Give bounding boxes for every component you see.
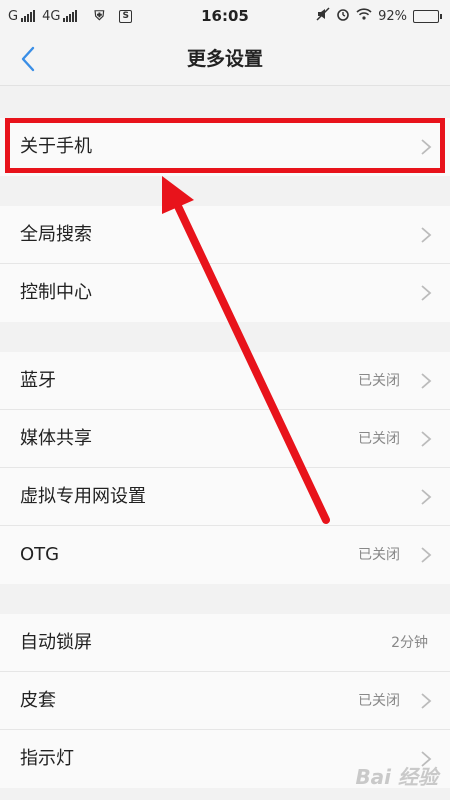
settings-row-media-sharing[interactable]: 媒体共享 已关闭 <box>0 410 450 468</box>
chevron-right-icon <box>421 693 432 709</box>
chevron-right-icon <box>421 547 432 563</box>
settings-row-about-phone[interactable]: 关于手机 <box>0 118 450 176</box>
alarm-icon <box>336 7 350 25</box>
chevron-right-icon <box>421 139 432 155</box>
row-label: 虚拟专用网设置 <box>20 486 146 507</box>
row-label: 指示灯 <box>20 748 74 769</box>
mute-icon <box>316 7 330 25</box>
row-value: 已关闭 <box>358 547 400 563</box>
row-label: 自动锁屏 <box>20 632 92 653</box>
wifi-icon <box>356 8 372 24</box>
battery-percent: 92% <box>378 8 407 24</box>
settings-row-otg[interactable]: OTG 已关闭 <box>0 526 450 584</box>
settings-row-case[interactable]: 皮套 已关闭 <box>0 672 450 730</box>
settings-row-auto-lock[interactable]: 自动锁屏 2分钟 <box>0 614 450 672</box>
watermark: Bai 经验 <box>355 765 438 789</box>
settings-row-bluetooth[interactable]: 蓝牙 已关闭 <box>0 352 450 410</box>
row-label: 蓝牙 <box>20 370 56 391</box>
settings-row-control-center[interactable]: 控制中心 <box>0 264 450 322</box>
status-right: 92% <box>316 0 442 32</box>
settings-group-about: 关于手机 <box>0 118 450 176</box>
chevron-right-icon <box>421 431 432 447</box>
row-value: 已关闭 <box>358 431 400 447</box>
row-value: 已关闭 <box>358 373 400 389</box>
settings-row-vpn[interactable]: 虚拟专用网设置 <box>0 468 450 526</box>
row-value: 已关闭 <box>358 693 400 709</box>
row-label: 皮套 <box>20 690 56 711</box>
settings-group-system: 全局搜索 控制中心 <box>0 206 450 322</box>
chevron-right-icon <box>421 285 432 301</box>
row-label: 全局搜索 <box>20 224 92 245</box>
battery-icon <box>413 9 442 23</box>
settings-row-global-search[interactable]: 全局搜索 <box>0 206 450 264</box>
row-label: 关于手机 <box>20 136 92 157</box>
row-label: OTG <box>20 544 60 565</box>
row-value: 2分钟 <box>391 635 428 651</box>
chevron-right-icon <box>421 373 432 389</box>
status-bar: G 4G ⛨ S 16:05 92% <box>0 0 450 32</box>
app-header: 更多设置 <box>0 32 450 86</box>
row-label: 媒体共享 <box>20 428 92 449</box>
page-title: 更多设置 <box>186 48 263 70</box>
chevron-right-icon <box>421 227 432 243</box>
row-label: 控制中心 <box>20 282 92 303</box>
chevron-right-icon <box>421 489 432 505</box>
settings-group-connections: 蓝牙 已关闭 媒体共享 已关闭 虚拟专用网设置 OTG 已关闭 <box>0 352 450 584</box>
